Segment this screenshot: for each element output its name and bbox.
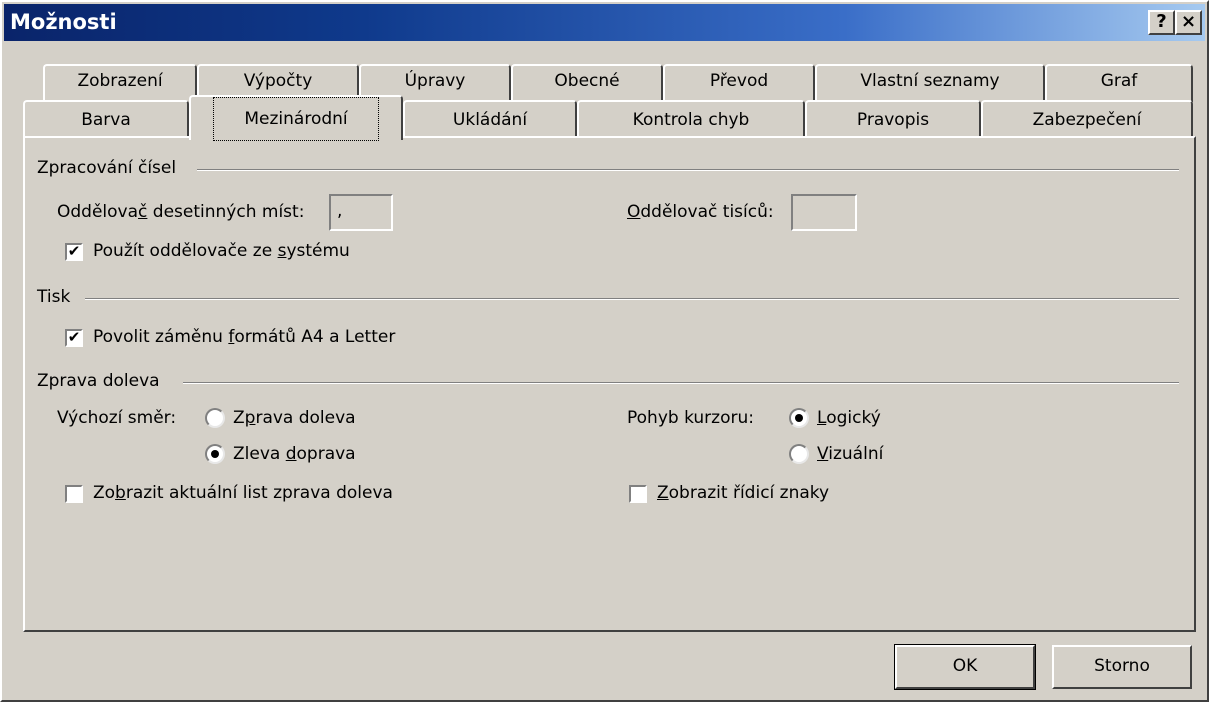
thousands-separator-input[interactable] xyxy=(791,194,857,231)
window-title: Možnosti xyxy=(10,10,117,34)
tab-zabezpeceni[interactable]: Zabezpečení xyxy=(981,100,1193,138)
group-label-rtl: Zprava doleva xyxy=(37,371,160,391)
show-control-chars-label: Zobrazit řídicí znaky xyxy=(657,483,830,503)
tab-label: Pravopis xyxy=(856,110,930,130)
tab-obecne[interactable]: Obecné xyxy=(511,64,663,102)
tab-graf[interactable]: Graf xyxy=(1045,64,1193,102)
tab-label: Obecné xyxy=(554,71,620,91)
tab-pravopis[interactable]: Pravopis xyxy=(805,100,981,138)
cursor-logical-radio[interactable] xyxy=(789,408,809,428)
use-system-separators-label: Použít oddělovače ze systému xyxy=(93,241,350,261)
tab-zobrazeni[interactable]: Zobrazení xyxy=(43,64,197,102)
tab-label: Kontrola chyb xyxy=(632,110,750,130)
tab-mezinarodni[interactable]: Mezinárodní xyxy=(189,95,403,141)
direction-rtl-label: Zprava doleva xyxy=(233,408,356,428)
group-divider xyxy=(183,382,1179,384)
show-sheet-rtl-label: Zobrazit aktuální list zprava doleva xyxy=(93,483,393,503)
group-label-printing: Tisk xyxy=(37,287,71,307)
tab-label: Převod xyxy=(709,71,769,91)
tab-label: Zabezpečení xyxy=(1032,110,1142,130)
direction-rtl-radio[interactable] xyxy=(205,408,225,428)
thousands-separator-label: Oddělovač tisíců: xyxy=(627,202,774,222)
title-bar[interactable]: Možnosti ? × xyxy=(4,4,1205,41)
cursor-visual-radio[interactable] xyxy=(789,444,809,464)
cursor-movement-label: Pohyb kurzoru: xyxy=(627,408,754,428)
decimal-separator-label: Oddělovač desetinných míst: xyxy=(57,202,305,222)
tab-label: Výpočty xyxy=(243,71,313,91)
tab-kontrola-chyb[interactable]: Kontrola chyb xyxy=(577,100,805,138)
tab-label: Úpravy xyxy=(404,71,466,91)
ok-button[interactable]: OK xyxy=(894,644,1036,690)
tab-label: Ukládání xyxy=(452,110,528,130)
allow-a4-letter-checkbox[interactable]: ✔ xyxy=(65,329,83,347)
direction-ltr-radio[interactable] xyxy=(205,444,225,464)
help-button[interactable]: ? xyxy=(1148,10,1175,35)
cancel-button[interactable]: Storno xyxy=(1052,645,1192,689)
decimal-separator-input[interactable]: , xyxy=(329,194,393,231)
tab-label: Graf xyxy=(1100,71,1138,91)
cursor-visual-label: Vizuální xyxy=(817,444,884,464)
default-direction-label: Výchozí směr: xyxy=(57,408,177,428)
group-label-number-handling: Zpracování čísel xyxy=(37,158,177,178)
tab-prevod[interactable]: Převod xyxy=(663,64,815,102)
allow-a4-letter-label: Povolit záměnu formátů A4 a Letter xyxy=(93,327,396,347)
show-control-chars-checkbox[interactable] xyxy=(629,485,647,503)
tab-panel-mezinarodni: Zpracování čísel Oddělovač desetinných m… xyxy=(23,136,1196,632)
tab-ukladani[interactable]: Ukládání xyxy=(403,100,577,138)
show-sheet-rtl-checkbox[interactable] xyxy=(65,485,83,503)
tab-label: Zobrazení xyxy=(77,71,163,91)
cursor-logical-label: Logický xyxy=(817,408,881,428)
group-divider xyxy=(197,169,1179,171)
close-button[interactable]: × xyxy=(1175,10,1202,35)
tab-label: Barva xyxy=(81,110,131,130)
direction-ltr-label: Zleva doprava xyxy=(233,444,356,464)
tab-vlastni-seznamy[interactable]: Vlastní seznamy xyxy=(815,64,1045,102)
options-dialog: Možnosti ? × Zobrazení Výpočty Úpravy Ob… xyxy=(0,0,1209,702)
tab-barva[interactable]: Barva xyxy=(23,100,189,138)
tab-label: Vlastní seznamy xyxy=(860,71,1000,91)
use-system-separators-checkbox[interactable]: ✔ xyxy=(65,243,83,261)
tab-label: Mezinárodní xyxy=(213,97,379,141)
group-divider xyxy=(85,298,1179,300)
